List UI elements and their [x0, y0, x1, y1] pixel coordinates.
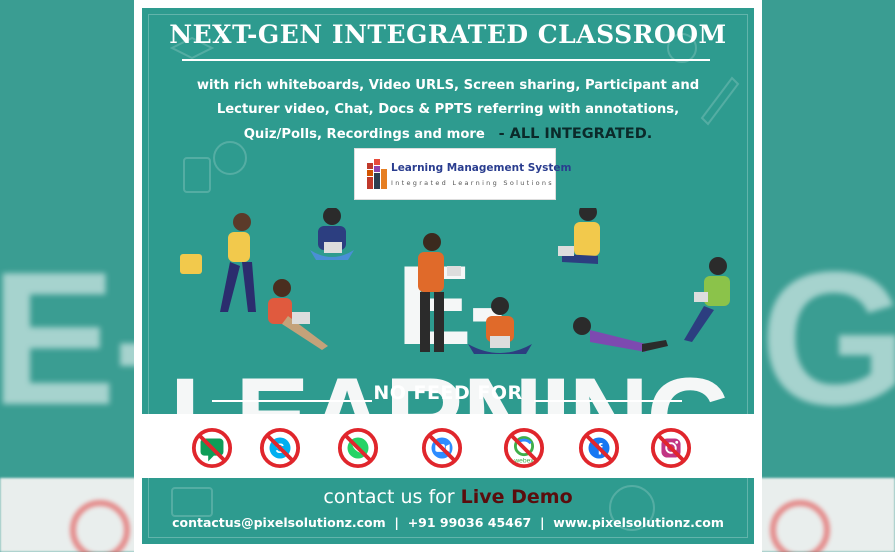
e-learning-illustration: E-LEARNING: [142, 208, 754, 474]
webex-icon: webex: [503, 427, 545, 469]
website-link[interactable]: www.pixelsolutionz.com: [553, 515, 724, 530]
lms-tagline: Integrated Learning Solutions: [391, 179, 554, 187]
lms-name: Learning Management System: [391, 162, 572, 174]
page-title: NEXT-GEN INTEGRATED CLASSROOM: [169, 20, 727, 49]
all-integrated-highlight: - ALL INTEGRATED.: [498, 126, 653, 142]
student-figure: [268, 279, 328, 350]
description-line-3: Quiz/Polls, Recordings and more: [243, 127, 485, 142]
lms-logo-icon: [367, 159, 387, 189]
contact-details: contactus@pixelsolutionz.com | +91 99036…: [142, 515, 754, 530]
feature-description: with rich whiteboards, Video URLS, Scree…: [182, 74, 714, 147]
student-figure: [573, 317, 668, 352]
student-figure: [468, 297, 532, 354]
poster-panel: NEXT-GEN INTEGRATED CLASSROOM with rich …: [142, 8, 754, 544]
student-figure: [418, 233, 461, 352]
skype-icon: S: [259, 427, 301, 469]
email-link[interactable]: contactus@pixelsolutionz.com: [172, 515, 386, 530]
separator: |: [394, 515, 399, 530]
student-figure: [180, 213, 256, 312]
backdrop-word-right: G: [760, 233, 895, 445]
backdrop-ban-icon: [770, 500, 830, 552]
blocked-apps-strip: S webex: [142, 414, 754, 478]
poster-card: NEXT-GEN INTEGRATED CLASSROOM with rich …: [134, 0, 762, 552]
live-demo-link[interactable]: Live Demo: [461, 486, 573, 508]
student-figure: [684, 257, 730, 342]
zoom-icon: [421, 427, 463, 469]
hangouts-icon: [191, 427, 233, 469]
student-figure: [558, 208, 600, 264]
facebook-icon: f: [578, 427, 620, 469]
phone-number[interactable]: +91 99036 45467: [408, 515, 532, 530]
student-figure: [310, 208, 354, 260]
contact-prefix: contact us for: [323, 486, 455, 508]
students-illustration: [180, 208, 730, 354]
backdrop-ban-icon: [70, 500, 130, 552]
title-underline: [182, 59, 710, 61]
checklist-icon: [183, 157, 211, 193]
description-line: Lecturer video, Chat, Docs & PPTS referr…: [216, 102, 680, 117]
instagram-icon: [650, 427, 692, 469]
description-line: Quiz/Polls, Recordings and more - ALL IN…: [182, 122, 714, 147]
description-line: with rich whiteboards, Video URLS, Scree…: [196, 78, 700, 93]
whatsapp-icon: [337, 427, 379, 469]
lms-badge: Learning Management System Integrated Le…: [354, 148, 571, 200]
separator: |: [539, 515, 545, 530]
contact-line: contact us for Live Demo: [142, 486, 754, 508]
svg-text:webex: webex: [513, 457, 534, 464]
no-feed-label: NO FEED FOR: [373, 382, 523, 404]
